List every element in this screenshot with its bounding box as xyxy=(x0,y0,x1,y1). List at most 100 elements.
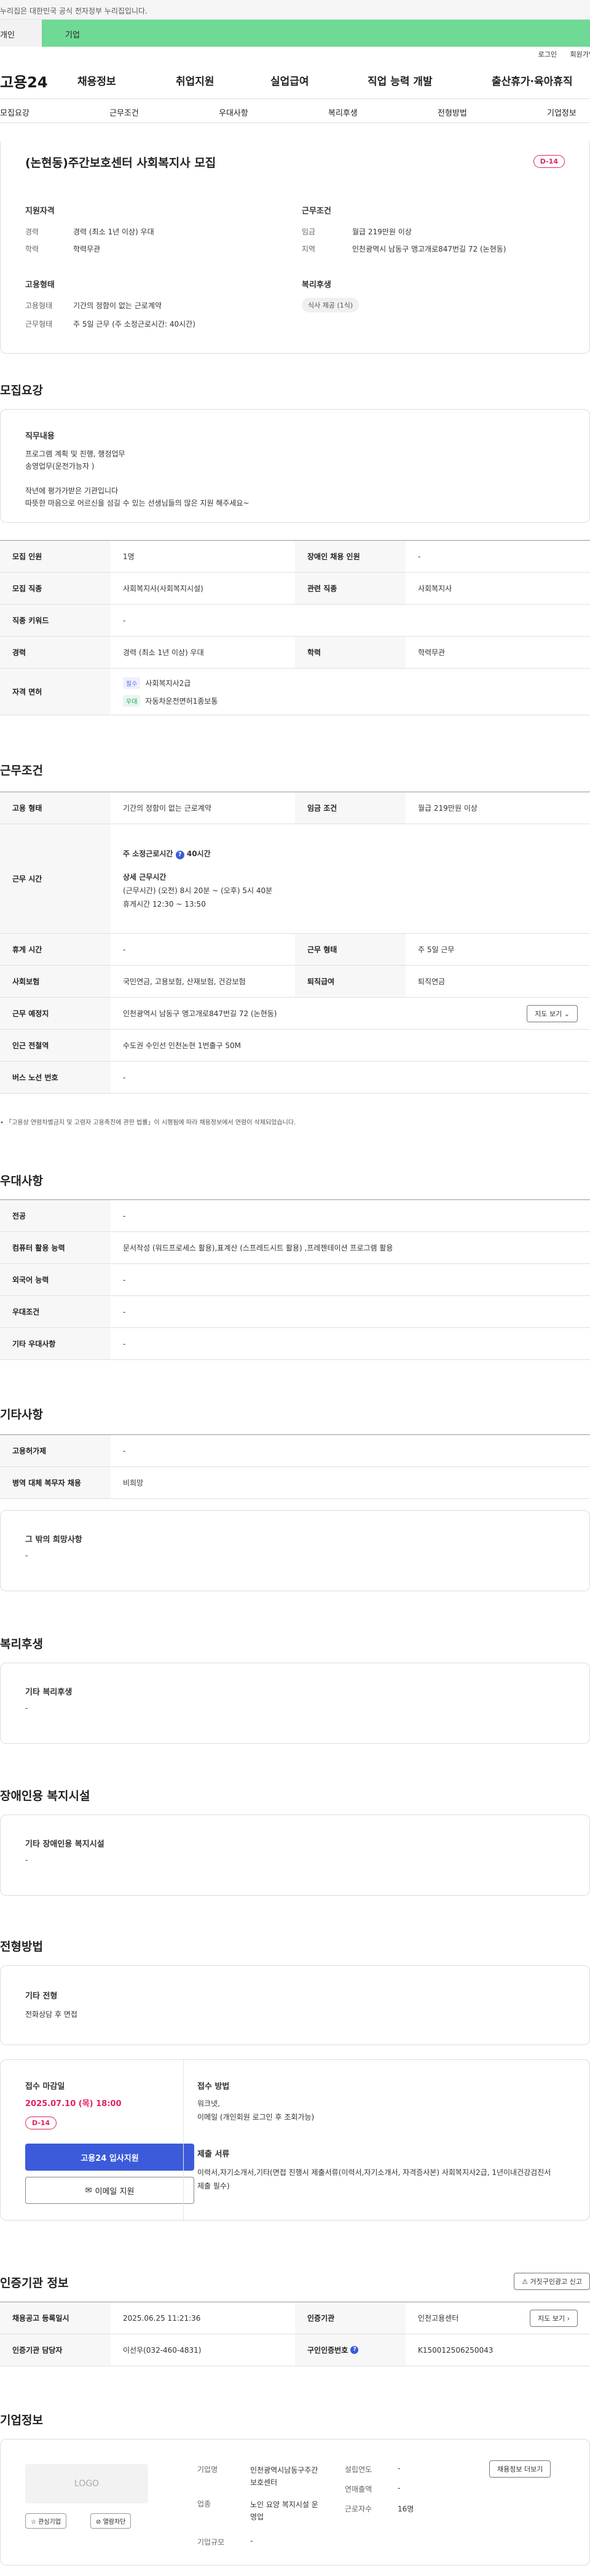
wish-heading: 그 밖의 희망사항 xyxy=(25,1535,82,1544)
company-jobs-btn: 채용정보 더보기 xyxy=(497,2465,543,2473)
info-icon[interactable]: ? xyxy=(175,850,184,859)
job-content-heading: 직무내용 xyxy=(25,432,55,441)
work-wage-value: 월급 219만원 이상 xyxy=(418,804,478,813)
recruit-career-label: 경력 xyxy=(0,637,111,668)
table-row: 인증기관 담당자 이선우(032-460-4831) 구인인증번호 ? K150012… xyxy=(0,2334,590,2366)
selection-email-btn: 이메일 지원 xyxy=(95,2187,135,2196)
work-hours-detail-title: 상세 근무시간 xyxy=(123,872,167,881)
nav-parental-leave[interactable]: 출산휴가·육아휴직 xyxy=(492,73,573,88)
table-row: 모집 인원 1명 장애인 채용 인원 - xyxy=(0,541,590,573)
recruit-occ-label: 모집 직종 xyxy=(0,573,111,604)
company-logo-text: LOGO xyxy=(74,2479,100,2489)
user-type-tabs: 개인 기업 xyxy=(0,20,590,47)
welfare-heading: 복리후생 xyxy=(302,280,331,290)
emptype-value: 기간의 정함이 없는 근로계약 xyxy=(73,301,162,310)
pref-computer-label: 컴퓨터 활용 능력 xyxy=(0,1232,111,1263)
pref-lang-label: 외국어 능력 xyxy=(0,1264,111,1295)
block-button[interactable]: ⊘ 열람차단 xyxy=(90,2513,132,2529)
sub-nav: 모집요강 근무조건 우대사항 복리후생 전형방법 기업정보 xyxy=(0,98,590,123)
qual-heading: 지원자격 xyxy=(25,207,55,216)
tab-enterprise[interactable]: 기업 xyxy=(42,20,590,47)
cert-org-label: 인증기관 xyxy=(295,2302,406,2334)
industry-label: 업종 xyxy=(197,2500,211,2508)
work-subway-label: 인근 전철역 xyxy=(0,1030,111,1061)
work-map-btn: 지도 보기 xyxy=(535,1009,562,1018)
info-icon[interactable]: ? xyxy=(350,2346,359,2354)
subnav-welfare[interactable]: 복리후생 xyxy=(328,106,358,118)
facility-heading: 장애인용 복지시설 xyxy=(0,1789,90,1803)
map-view-button[interactable]: 지도 보기 ⌄ xyxy=(527,1004,578,1022)
join-link[interactable]: 회원가입 xyxy=(570,50,590,58)
login-link[interactable]: 로그인 xyxy=(538,50,557,58)
license-required: 사회복지사2급 xyxy=(145,678,191,688)
table-row: 휴게 시간 - 근무 형태 주 5일 근무 xyxy=(0,934,590,966)
site-logo[interactable]: 고용24 xyxy=(0,70,48,92)
work-bus-label: 버스 노선 번호 xyxy=(0,1062,111,1093)
recruit-table: 모집 인원 1명 장애인 채용 인원 - 모집 직종 사회복지사(사회복지시설) 관련 직… xyxy=(0,540,590,715)
nav-employment-support[interactable]: 취업지원 xyxy=(176,73,214,88)
org-map-button[interactable]: 지도 보기 › xyxy=(530,2309,578,2327)
size-value: - xyxy=(250,2537,253,2545)
pref-cond-label: 우대조건 xyxy=(0,1296,111,1327)
required-tag: 필수 xyxy=(123,677,141,689)
pref-cond-value: - xyxy=(123,1307,126,1316)
gov-banner: 누리집은 대한민국 공식 전자정부 누리집입니다. xyxy=(0,0,590,20)
apply-button[interactable]: 고용24 입사지원 xyxy=(25,2144,194,2171)
nav-unemployment[interactable]: 실업급여 xyxy=(270,73,309,88)
table-row: 근무 시간 주 소정근로시간 ? 40시간 상세 근무시간 (근무시간) (오전… xyxy=(0,824,590,934)
mail-icon: ✉ xyxy=(85,2185,92,2195)
subnav-selection[interactable]: 전형방법 xyxy=(438,106,467,118)
cert-table: 채용공고 등록일시 2025.06.25 11:21:36 인증기관 인천고용센터 지도… xyxy=(0,2302,590,2366)
selection-apply-btn: 고용24 입사지원 xyxy=(81,2153,139,2163)
dday-badge: D-14 xyxy=(533,155,565,168)
recruit-edu-label: 학력 xyxy=(295,637,406,668)
subnav-company[interactable]: 기업정보 xyxy=(547,106,576,118)
tab-personal[interactable]: 개인 xyxy=(0,20,42,47)
subnav-pref[interactable]: 우대사항 xyxy=(219,106,248,118)
pref-heading: 우대사항 xyxy=(0,1174,43,1188)
more-jobs-button[interactable]: 채용정보 더보기 xyxy=(489,2460,551,2478)
selection-sub: 기타 전형 xyxy=(25,1992,58,2001)
pref-etc-value: - xyxy=(123,1339,126,1348)
subnav-recruit[interactable]: 모집요강 xyxy=(0,106,30,118)
welfare-value: - xyxy=(25,1704,28,1712)
table-row: 우대조건 - xyxy=(0,1296,590,1328)
work-hours-label: 근무 시간 xyxy=(0,824,111,933)
job-title: (논현동)주간보호센터 사회복지사 모집 xyxy=(25,156,216,170)
wage-value: 월급 219만원 이상 xyxy=(352,228,412,236)
work-hours-detail-2: 휴게시간 12:30 ~ 13:50 xyxy=(123,899,206,908)
work-retire-value: 퇴직연금 xyxy=(418,977,446,986)
nav-skills[interactable]: 직업 능력 개발 xyxy=(368,73,433,88)
other-permit-value: - xyxy=(123,1446,126,1455)
work-place-value: 인천광역시 남동구 앵고개로847번길 72 (논현동) xyxy=(123,1009,277,1018)
favorite-button[interactable]: ☆ 관심기업 xyxy=(25,2513,66,2529)
cert-org-value: 인천고용센터 xyxy=(418,2314,459,2323)
facility-card: 기타 장애인용 복지시설 - xyxy=(0,1815,590,1896)
wish-card: 그 밖의 희망사항 - xyxy=(0,1510,590,1591)
report-button[interactable]: ⚠ 거짓구인광고 신고 xyxy=(514,2273,590,2290)
table-row: 경력 경력 (최소 1년 이상) 우대 학력 학력무관 xyxy=(0,637,590,669)
pref-major-label: 전공 xyxy=(0,1200,111,1231)
subnav-work[interactable]: 근무조건 xyxy=(109,106,139,118)
docs-label: 제출 서류 xyxy=(197,2150,230,2159)
cert-reg-value: 2025.06.25 11:21:36 xyxy=(123,2313,201,2323)
cert-reg-label: 채용공고 등록일시 xyxy=(0,2302,111,2334)
worktype-label: 근무형태 xyxy=(25,320,53,328)
email-apply-button[interactable]: ✉ 이메일 지원 xyxy=(25,2177,194,2204)
founded-value: - xyxy=(398,2464,401,2473)
work-retire-label: 퇴직급여 xyxy=(295,966,406,997)
recruit-license-label: 자격 면허 xyxy=(0,669,111,715)
tabs-personal: 개인 xyxy=(0,31,15,40)
table-row: 인근 전철역 수도권 수인선 인천논현 1번출구 50M xyxy=(0,1030,590,1062)
recruit-job-lines-1: 송영업무(운전가능자 ) xyxy=(25,462,95,471)
staff-value: 16명 xyxy=(398,2505,414,2513)
recruit-related-label: 관련 직종 xyxy=(295,573,406,604)
table-row: 자격 면허 필수 사회복지사2급 우대 자동차운전면허1종보통 xyxy=(0,669,590,715)
pref-table: 전공 - 컴퓨터 활용 능력 문서작성 (워드프로세스 활용),표계산 (스프레드시… xyxy=(0,1199,590,1360)
nav-jobs[interactable]: 채용정보 xyxy=(77,73,116,88)
company-logo: LOGO xyxy=(25,2464,148,2503)
wish-value: - xyxy=(25,1551,28,1560)
career-value: 경력 (최소 1년 이상) 우대 xyxy=(73,228,154,236)
selection-heading: 전형방법 xyxy=(0,1940,43,1954)
work-hours-weekly-value: 40시간 xyxy=(186,849,211,858)
